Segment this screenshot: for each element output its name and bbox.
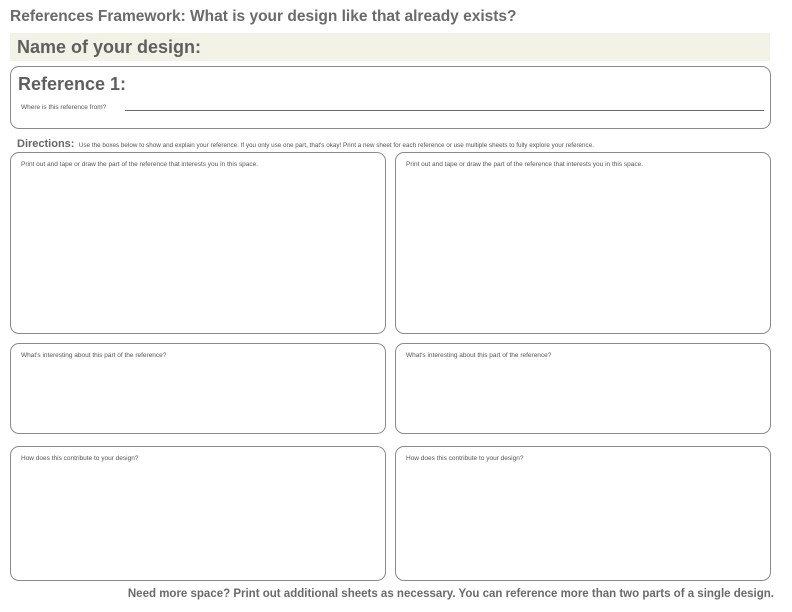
design-name-bar[interactable]: Name of your design: [10, 33, 770, 61]
design-name-label: Name of your design: [17, 37, 202, 57]
directions: Directions: Use the boxes below to show … [17, 134, 594, 152]
reference-source-line[interactable] [125, 110, 764, 111]
reference-source-prompt: Where is this reference from? [21, 104, 107, 111]
right-image-prompt: Print out and tape or draw the part of t… [406, 161, 644, 168]
page-title: References Framework: What is your desig… [10, 8, 517, 25]
directions-label: Directions: [17, 138, 75, 150]
left-interesting-box[interactable]: What's interesting about this part of th… [10, 343, 386, 434]
left-contribute-prompt: How does this contribute to your design? [21, 455, 139, 462]
left-contribute-box[interactable]: How does this contribute to your design? [10, 446, 386, 581]
right-interesting-box[interactable]: What's interesting about this part of th… [395, 343, 771, 434]
reference-title: Reference 1: [18, 74, 127, 94]
left-interesting-prompt: What's interesting about this part of th… [21, 352, 167, 359]
left-image-prompt: Print out and tape or draw the part of t… [21, 161, 259, 168]
right-interesting-prompt: What's interesting about this part of th… [406, 352, 552, 359]
directions-text: Use the boxes below to show and explain … [78, 142, 594, 149]
right-image-box[interactable]: Print out and tape or draw the part of t… [395, 152, 771, 334]
right-contribute-prompt: How does this contribute to your design? [406, 455, 524, 462]
footer-note: Need more space? Print out additional sh… [127, 588, 774, 600]
right-contribute-box[interactable]: How does this contribute to your design? [395, 446, 771, 581]
left-image-box[interactable]: Print out and tape or draw the part of t… [10, 152, 386, 334]
reference-box: Reference 1: Where is this reference fro… [10, 66, 771, 129]
